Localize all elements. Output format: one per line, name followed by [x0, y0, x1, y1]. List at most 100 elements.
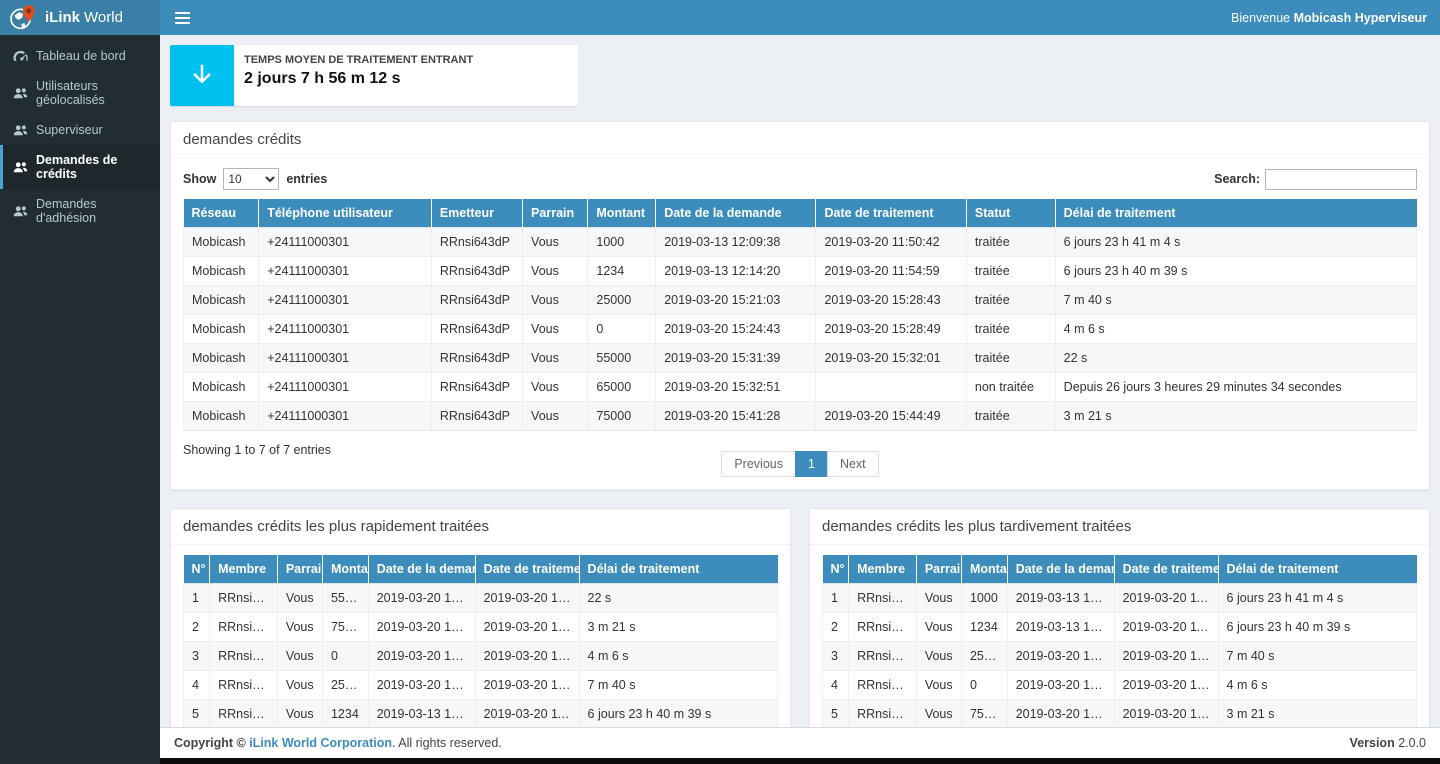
- column-header[interactable]: Montant: [322, 555, 368, 584]
- column-header[interactable]: Téléphone utilisateur: [259, 199, 432, 228]
- pagination-page-1-button[interactable]: 1: [795, 451, 828, 477]
- panel-title: demandes crédits les plus rapidement tra…: [171, 509, 790, 545]
- column-header[interactable]: Emetteur: [431, 199, 522, 228]
- table-cell: 2019-03-20 11:50:42: [1114, 584, 1218, 613]
- table-cell: +24111000301: [259, 257, 432, 286]
- sidebar-item-superviseur[interactable]: Superviseur: [0, 115, 160, 145]
- column-header[interactable]: Statut: [966, 199, 1055, 228]
- table-cell: Mobicash: [184, 402, 259, 431]
- column-header[interactable]: Date de traitement: [475, 555, 579, 584]
- column-header[interactable]: Montant: [588, 199, 656, 228]
- sidebar: Tableau de bord Utilisateurs géolocalisé…: [0, 35, 160, 764]
- table-cell: traitée: [966, 286, 1055, 315]
- column-header[interactable]: Date de la demande: [656, 199, 816, 228]
- sidebar-item-demandes-adhesion[interactable]: Demandes d'adhésion: [0, 189, 160, 233]
- column-header[interactable]: Date de la demande: [1007, 555, 1114, 584]
- brand-name-light: World: [84, 9, 123, 26]
- sidebar-item-demandes-de-credits[interactable]: Demandes de crédits: [0, 145, 160, 189]
- table-cell: 2019-03-20 15:31:39: [656, 344, 816, 373]
- company-link[interactable]: iLink World Corporation: [249, 736, 392, 750]
- table-cell: 1: [184, 584, 210, 613]
- column-header[interactable]: Montant: [961, 555, 1007, 584]
- column-header[interactable]: Parrain: [916, 555, 961, 584]
- globe-pin-icon: [9, 4, 37, 32]
- column-header[interactable]: Parrain: [523, 199, 588, 228]
- table-cell: Vous: [523, 402, 588, 431]
- table-cell: RRnsi643dP: [431, 344, 522, 373]
- sidebar-item-tableau-de-bord[interactable]: Tableau de bord: [0, 41, 160, 71]
- table-cell: 2019-03-20 15:41:28: [656, 402, 816, 431]
- column-header[interactable]: Membre: [849, 555, 917, 584]
- column-header[interactable]: Date de traitement: [1114, 555, 1218, 584]
- table-cell: Vous: [523, 286, 588, 315]
- column-header[interactable]: Délai de traitement: [1055, 199, 1416, 228]
- welcome-prefix: Bienvenue: [1231, 11, 1294, 25]
- main-footer: Copyright © iLink World Corporation. All…: [160, 727, 1440, 758]
- table-cell: 2019-03-20 15:28:49: [475, 642, 579, 671]
- search-label: Search:: [1214, 172, 1260, 186]
- column-header[interactable]: Date de la demande: [368, 555, 475, 584]
- table-cell: RRnsi643dP: [849, 642, 917, 671]
- table-cell: 22 s: [1055, 344, 1416, 373]
- brand-logo[interactable]: iLinkWorld: [0, 0, 160, 35]
- table-cell: 2019-03-20 15:24:43: [1007, 671, 1114, 700]
- table-row: Mobicash+24111000301RRnsi643dPVous123420…: [184, 257, 1417, 286]
- column-header[interactable]: Parrain: [277, 555, 322, 584]
- table-cell: 55000: [588, 344, 656, 373]
- table-cell: 4 m 6 s: [1218, 671, 1416, 700]
- column-header[interactable]: Délai de traitement: [1218, 555, 1416, 584]
- table-cell: Mobicash: [184, 286, 259, 315]
- table-cell: Vous: [277, 613, 322, 642]
- sidebar-item-label: Demandes d'adhésion: [36, 197, 156, 225]
- table-cell: 1234: [588, 257, 656, 286]
- table-cell: RRnsi643dP: [849, 584, 917, 613]
- table-cell: 2019-03-20 15:28:49: [1114, 671, 1218, 700]
- column-header[interactable]: Délai de traitement: [579, 555, 777, 584]
- column-header[interactable]: Membre: [210, 555, 278, 584]
- brand-name-bold: iLink: [45, 9, 80, 26]
- pagination-previous-button[interactable]: Previous: [721, 451, 796, 477]
- table-cell: RRnsi643dP: [431, 228, 522, 257]
- table-cell: +24111000301: [259, 286, 432, 315]
- column-header[interactable]: Date de traitement: [816, 199, 966, 228]
- pagination: Previous 1 Next: [721, 451, 878, 477]
- table-cell: 7 m 40 s: [579, 671, 777, 700]
- table-cell: Vous: [916, 584, 961, 613]
- table-cell: 2019-03-20 11:54:59: [1114, 613, 1218, 642]
- page-length-select[interactable]: 10: [223, 168, 279, 190]
- table-cell: Mobicash: [184, 373, 259, 402]
- user-menu[interactable]: Bienvenue Mobicash Hyperviseur: [1231, 11, 1427, 25]
- table-cell: 7 m 40 s: [1055, 286, 1416, 315]
- entries-label: entries: [286, 172, 327, 186]
- table-cell: Vous: [277, 700, 322, 728]
- panel-demandes-credits: demandes crédits Show 10 entries Search:…: [170, 121, 1430, 490]
- table-cell: 2019-03-13 12:14:20: [1007, 613, 1114, 642]
- table-cell: non traitée: [966, 373, 1055, 402]
- table-cell: +24111000301: [259, 373, 432, 402]
- table-cell: 2019-03-20 15:28:43: [1114, 642, 1218, 671]
- hamburger-icon[interactable]: [173, 8, 192, 28]
- table-cell: 2019-03-20 15:28:49: [816, 315, 966, 344]
- table-cell: 2019-03-20 15:32:01: [816, 344, 966, 373]
- table-row: 2RRnsi643dPVous750002019-03-20 15:41:282…: [184, 613, 778, 642]
- table-cell: RRnsi643dP: [431, 373, 522, 402]
- column-header[interactable]: Réseau: [184, 199, 259, 228]
- sidebar-item-utilisateurs-geolocalises[interactable]: Utilisateurs géolocalisés: [0, 71, 160, 115]
- table-cell: Depuis 26 jours 3 heures 29 minutes 34 s…: [1055, 373, 1416, 402]
- search-input[interactable]: [1265, 169, 1417, 190]
- sidebar-item-label: Utilisateurs géolocalisés: [36, 79, 156, 107]
- show-label: Show: [183, 172, 216, 186]
- column-header[interactable]: N°: [823, 555, 849, 584]
- table-cell: 7 m 40 s: [1218, 642, 1416, 671]
- pagination-next-button[interactable]: Next: [827, 451, 879, 477]
- table-cell: 3 m 21 s: [579, 613, 777, 642]
- table-cell: 2019-03-20 15:32:51: [656, 373, 816, 402]
- table-cell: 2019-03-20 11:50:42: [816, 228, 966, 257]
- table-cell: RRnsi643dP: [431, 402, 522, 431]
- table-cell: 0: [588, 315, 656, 344]
- users-icon: [13, 205, 29, 217]
- table-cell: Vous: [277, 642, 322, 671]
- column-header[interactable]: N°: [184, 555, 210, 584]
- sidebar-item-label: Superviseur: [36, 123, 103, 137]
- table-cell: 2019-03-13 12:09:38: [1007, 584, 1114, 613]
